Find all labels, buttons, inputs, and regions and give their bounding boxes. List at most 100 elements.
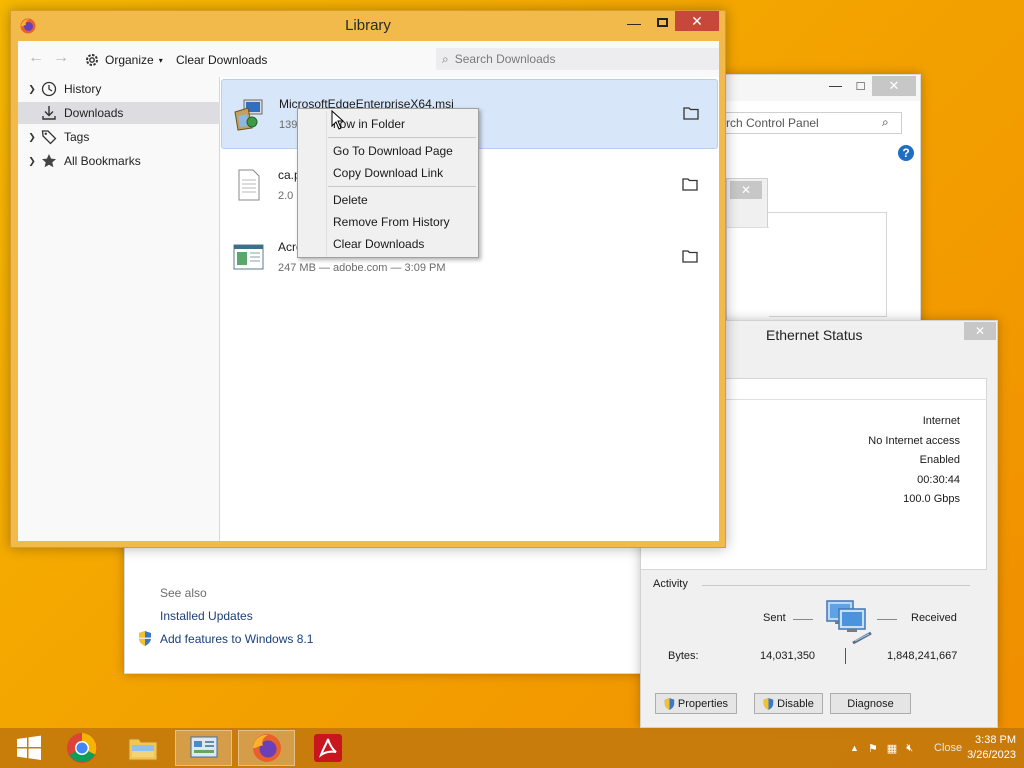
download-icon	[42, 106, 56, 120]
sent-label: Sent	[763, 612, 786, 624]
menu-item-clear-downloads[interactable]: Clear Downloads	[333, 237, 424, 251]
acrobat-icon	[313, 734, 342, 762]
diagnose-button[interactable]: Diagnose	[830, 693, 911, 714]
folder-icon	[128, 738, 157, 761]
bytes-divider	[845, 648, 846, 664]
menu-item-label: Clear Downloads	[333, 237, 425, 251]
taskbar-file-explorer-button[interactable]	[114, 730, 171, 766]
organize-label: Organize	[105, 53, 154, 67]
installer-package-icon	[234, 99, 263, 131]
sidebar-item-label: Downloads	[64, 106, 124, 120]
download-meta: 247 MB — adobe.com — 3:09 PM	[278, 262, 446, 274]
library-sidebar: ❯ History Downloads ❯ Tags ❯ All Bookmar…	[18, 77, 220, 541]
uac-shield-icon	[664, 697, 675, 710]
volume-muted-icon[interactable]: 🔇︎	[906, 742, 913, 755]
ipv4-connectivity-value: Internet	[922, 415, 960, 427]
firefox-icon	[252, 734, 281, 762]
folder-icon[interactable]	[683, 106, 699, 120]
maximize-icon	[656, 18, 668, 27]
ethernet-status-title: Ethernet Status	[766, 327, 863, 343]
speed-value: 100.0 Gbps	[903, 493, 960, 505]
received-label: Received	[911, 612, 957, 624]
sidebar-item-tags[interactable]: ❯ Tags	[18, 126, 220, 148]
sidebar-item-history[interactable]: ❯ History	[18, 78, 220, 100]
bytes-received-value: 1,848,241,667	[887, 650, 958, 662]
disable-button[interactable]: Disable	[754, 693, 823, 714]
menu-separator	[328, 137, 476, 138]
cp-content-frame	[765, 212, 887, 317]
bytes-sent-value: 14,031,350	[760, 650, 816, 662]
menu-item-copy-download-link[interactable]: Copy Download Link	[333, 166, 443, 180]
search-placeholder: Search Downloads	[454, 52, 556, 66]
folder-icon[interactable]	[682, 177, 698, 191]
installed-updates-link[interactable]: Installed Updates	[160, 609, 253, 623]
folder-icon[interactable]	[682, 249, 698, 263]
sidebar-item-label: History	[64, 82, 102, 96]
see-also-label: See also	[160, 586, 207, 600]
search-icon[interactable]: ⌕	[882, 115, 889, 130]
sidebar-item-label: All Bookmarks	[64, 154, 141, 168]
menu-item-delete[interactable]: Delete	[333, 193, 368, 207]
cp-maximize-button[interactable]: □	[847, 76, 874, 96]
network-icon[interactable]: ▦	[887, 742, 897, 755]
control-panel-icon	[190, 736, 217, 758]
menu-item-label: Delete	[333, 193, 368, 207]
chevron-right-icon[interactable]: ❯	[24, 84, 40, 95]
duration-value: 00:30:44	[917, 474, 960, 486]
taskbar-acrobat-button[interactable]	[299, 730, 356, 766]
properties-button-label: Properties	[677, 697, 729, 710]
search-icon: ⌕	[442, 51, 449, 66]
library-maximize-button[interactable]	[651, 15, 673, 33]
received-dash	[877, 619, 897, 620]
library-title: Library	[345, 17, 391, 34]
ipv6-connectivity-value: No Internet access	[868, 435, 960, 447]
organize-button[interactable]: Organize ▾	[84, 50, 163, 70]
taskbar-chrome-button[interactable]	[53, 730, 110, 766]
library-toolbar: ← → Organize ▾ Clear Downloads ⌕ Search …	[18, 41, 719, 77]
control-panel-search-input[interactable]: rch Control Panel	[715, 112, 902, 134]
action-center-flag-icon[interactable]: ⚑	[868, 742, 878, 755]
menu-item-go-to-download-page[interactable]: Go To Download Page	[333, 144, 453, 158]
cp-close-button[interactable]: ✕	[872, 76, 916, 96]
forward-arrow-icon[interactable]: →	[53, 49, 71, 67]
back-arrow-icon[interactable]: ←	[28, 49, 46, 67]
menu-gutter	[326, 111, 327, 257]
ethernet-close-button[interactable]: ✕	[964, 322, 996, 340]
library-minimize-button[interactable]: —	[623, 15, 645, 33]
mouse-cursor-icon	[331, 110, 345, 130]
library-window: Library — ✕ ← → Organize ▾ Clear Downloa…	[10, 10, 726, 548]
taskbar-firefox-button[interactable]	[238, 730, 295, 766]
sent-dash	[793, 619, 813, 620]
network-computers-icon	[826, 600, 872, 645]
bytes-label: Bytes:	[668, 650, 699, 662]
star-icon	[42, 154, 56, 168]
menu-item-label: Copy Download Link	[333, 166, 444, 180]
add-features-link[interactable]: Add features to Windows 8.1	[160, 632, 313, 646]
chevron-right-icon[interactable]: ❯	[24, 132, 40, 143]
uac-shield-icon	[139, 631, 151, 646]
clock-date: 3/26/2023	[967, 749, 1016, 761]
chevron-up-icon[interactable]: ▲	[850, 743, 859, 753]
cp-minimize-button[interactable]: —	[822, 76, 849, 96]
properties-button[interactable]: Properties	[655, 693, 737, 714]
uac-shield-icon	[763, 697, 774, 710]
taskbar-control-panel-button[interactable]	[175, 730, 232, 766]
chevron-right-icon[interactable]: ❯	[24, 156, 40, 167]
clear-downloads-button[interactable]: Clear Downloads	[176, 53, 267, 67]
disable-button-label: Disable	[777, 697, 814, 710]
search-downloads-input[interactable]: ⌕ Search Downloads	[436, 48, 719, 70]
help-icon[interactable]: ?	[898, 145, 914, 161]
media-state-value: Enabled	[919, 454, 960, 466]
sidebar-item-label: Tags	[64, 130, 90, 144]
menu-separator	[328, 186, 476, 187]
library-close-button[interactable]: ✕	[675, 11, 719, 31]
diagnose-button-label: Diagnose	[847, 697, 894, 710]
menu-item-remove-from-history[interactable]: Remove From History	[333, 215, 450, 229]
taskbar-clock[interactable]: 3:38 PM 3/26/2023	[946, 733, 1016, 763]
sidebar-item-downloads[interactable]: Downloads	[18, 102, 220, 124]
sidebar-item-all-bookmarks[interactable]: ❯ All Bookmarks	[18, 150, 220, 172]
background-dialog-close-button[interactable]: ✕	[730, 181, 762, 199]
application-window-icon	[233, 244, 264, 270]
start-button[interactable]	[0, 730, 57, 766]
activity-label: Activity	[653, 578, 688, 590]
